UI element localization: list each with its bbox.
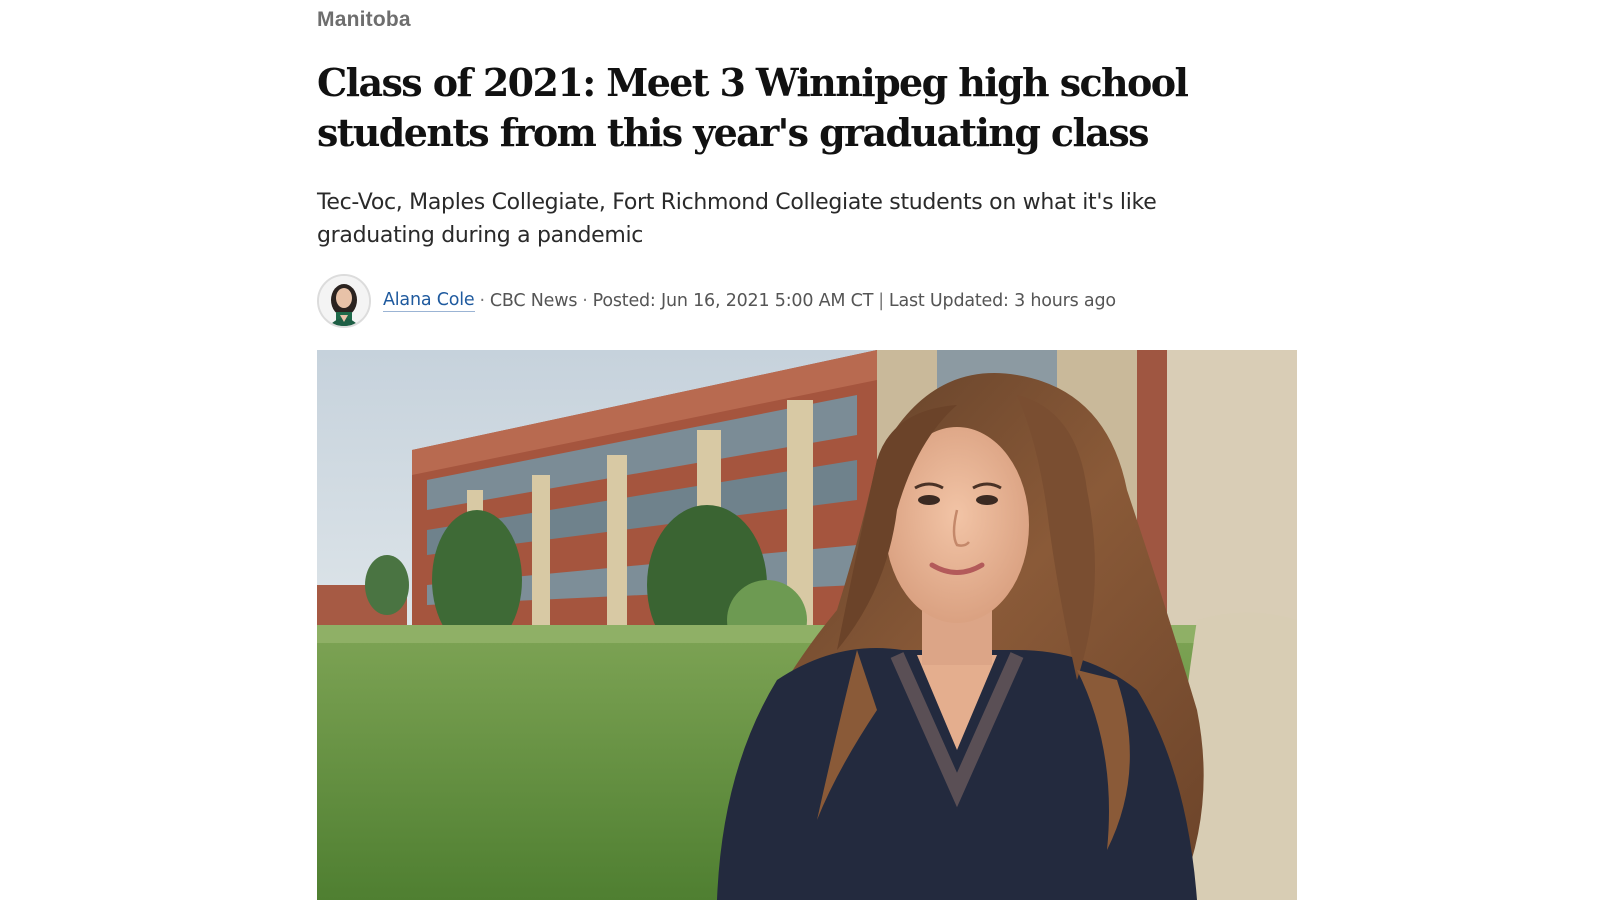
byline-updated: Last Updated: 3 hours ago bbox=[888, 291, 1116, 311]
section-link[interactable]: Manitoba bbox=[317, 8, 411, 32]
byline-dot: · bbox=[479, 291, 486, 311]
article-headline: Class of 2021: Meet 3 Winnipeg high scho… bbox=[317, 60, 1189, 155]
article-deck: Tec-Voc, Maples Collegiate, Fort Richmon… bbox=[317, 190, 1157, 248]
byline-posted: Posted: Jun 16, 2021 5:00 AM CT bbox=[592, 291, 874, 311]
byline: Alana Cole · CBC News · Posted: Jun 16, … bbox=[317, 274, 1116, 328]
byline-outlet: CBC News bbox=[489, 291, 578, 311]
byline-divider: | bbox=[878, 291, 884, 311]
hero-image bbox=[317, 350, 1297, 900]
author-avatar-icon bbox=[319, 276, 369, 326]
author-avatar[interactable] bbox=[317, 274, 371, 328]
student-portrait-image bbox=[317, 350, 1297, 900]
byline-dot: · bbox=[582, 291, 588, 311]
author-link[interactable]: Alana Cole bbox=[383, 290, 475, 312]
